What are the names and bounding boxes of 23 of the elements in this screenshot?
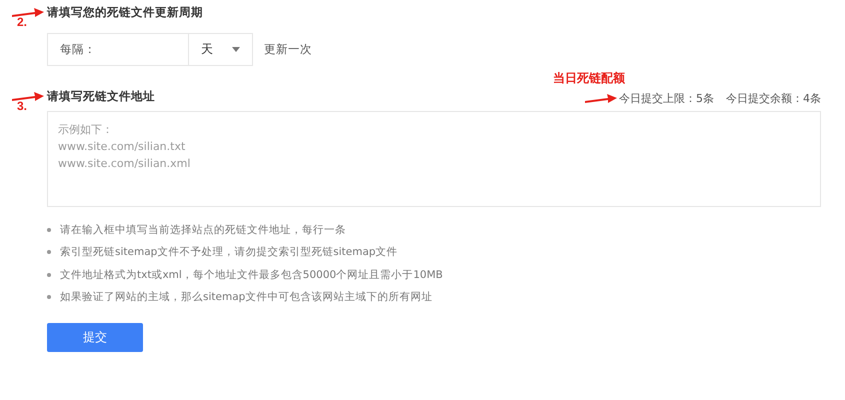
caret-icon [232, 47, 240, 52]
tip-text: 请在输入框中填写当前选择站点的死链文件地址，每行一条 [60, 223, 346, 238]
step-number: 2. [17, 15, 28, 29]
bullet-icon [47, 272, 51, 277]
interval-suffix: 更新一次 [264, 42, 312, 57]
file-address-field[interactable]: 示例如下： www.site.com/silian.txt www.site.com/silian.xml [47, 111, 821, 207]
quota-limit: 今日提交上限：5条 [619, 91, 714, 106]
tip-text: 如果验证了网站的主域，那么sitemap文件中可包含该网站主域下的所有网址 [60, 290, 432, 304]
annotation-note: 当日死链配额 [553, 70, 625, 87]
step-number: 3. [17, 99, 28, 113]
arrow-icon [11, 91, 45, 103]
bullet-icon [47, 250, 51, 254]
section-title: 请填写您的死链文件更新周期 [47, 5, 203, 20]
arrow-icon [584, 93, 618, 105]
bullet-icon [47, 295, 51, 300]
quota-remaining: 今日提交余额：4条 [726, 91, 821, 106]
bullet-icon [47, 228, 51, 232]
tip-text: 索引型死链sitemap文件不予处理，请勿提交索引型死链sitemap文件 [60, 245, 398, 260]
interval-field[interactable]: 每隔： 天 [47, 33, 253, 66]
tip-text: 文件地址格式为txt或xml，每个地址文件最多包含50000个网址且需小于10MB [60, 268, 443, 282]
arrow-icon [11, 7, 45, 19]
section-title: 请填写死链文件地址 [47, 89, 155, 104]
submit-button[interactable]: 提交 [47, 323, 143, 352]
